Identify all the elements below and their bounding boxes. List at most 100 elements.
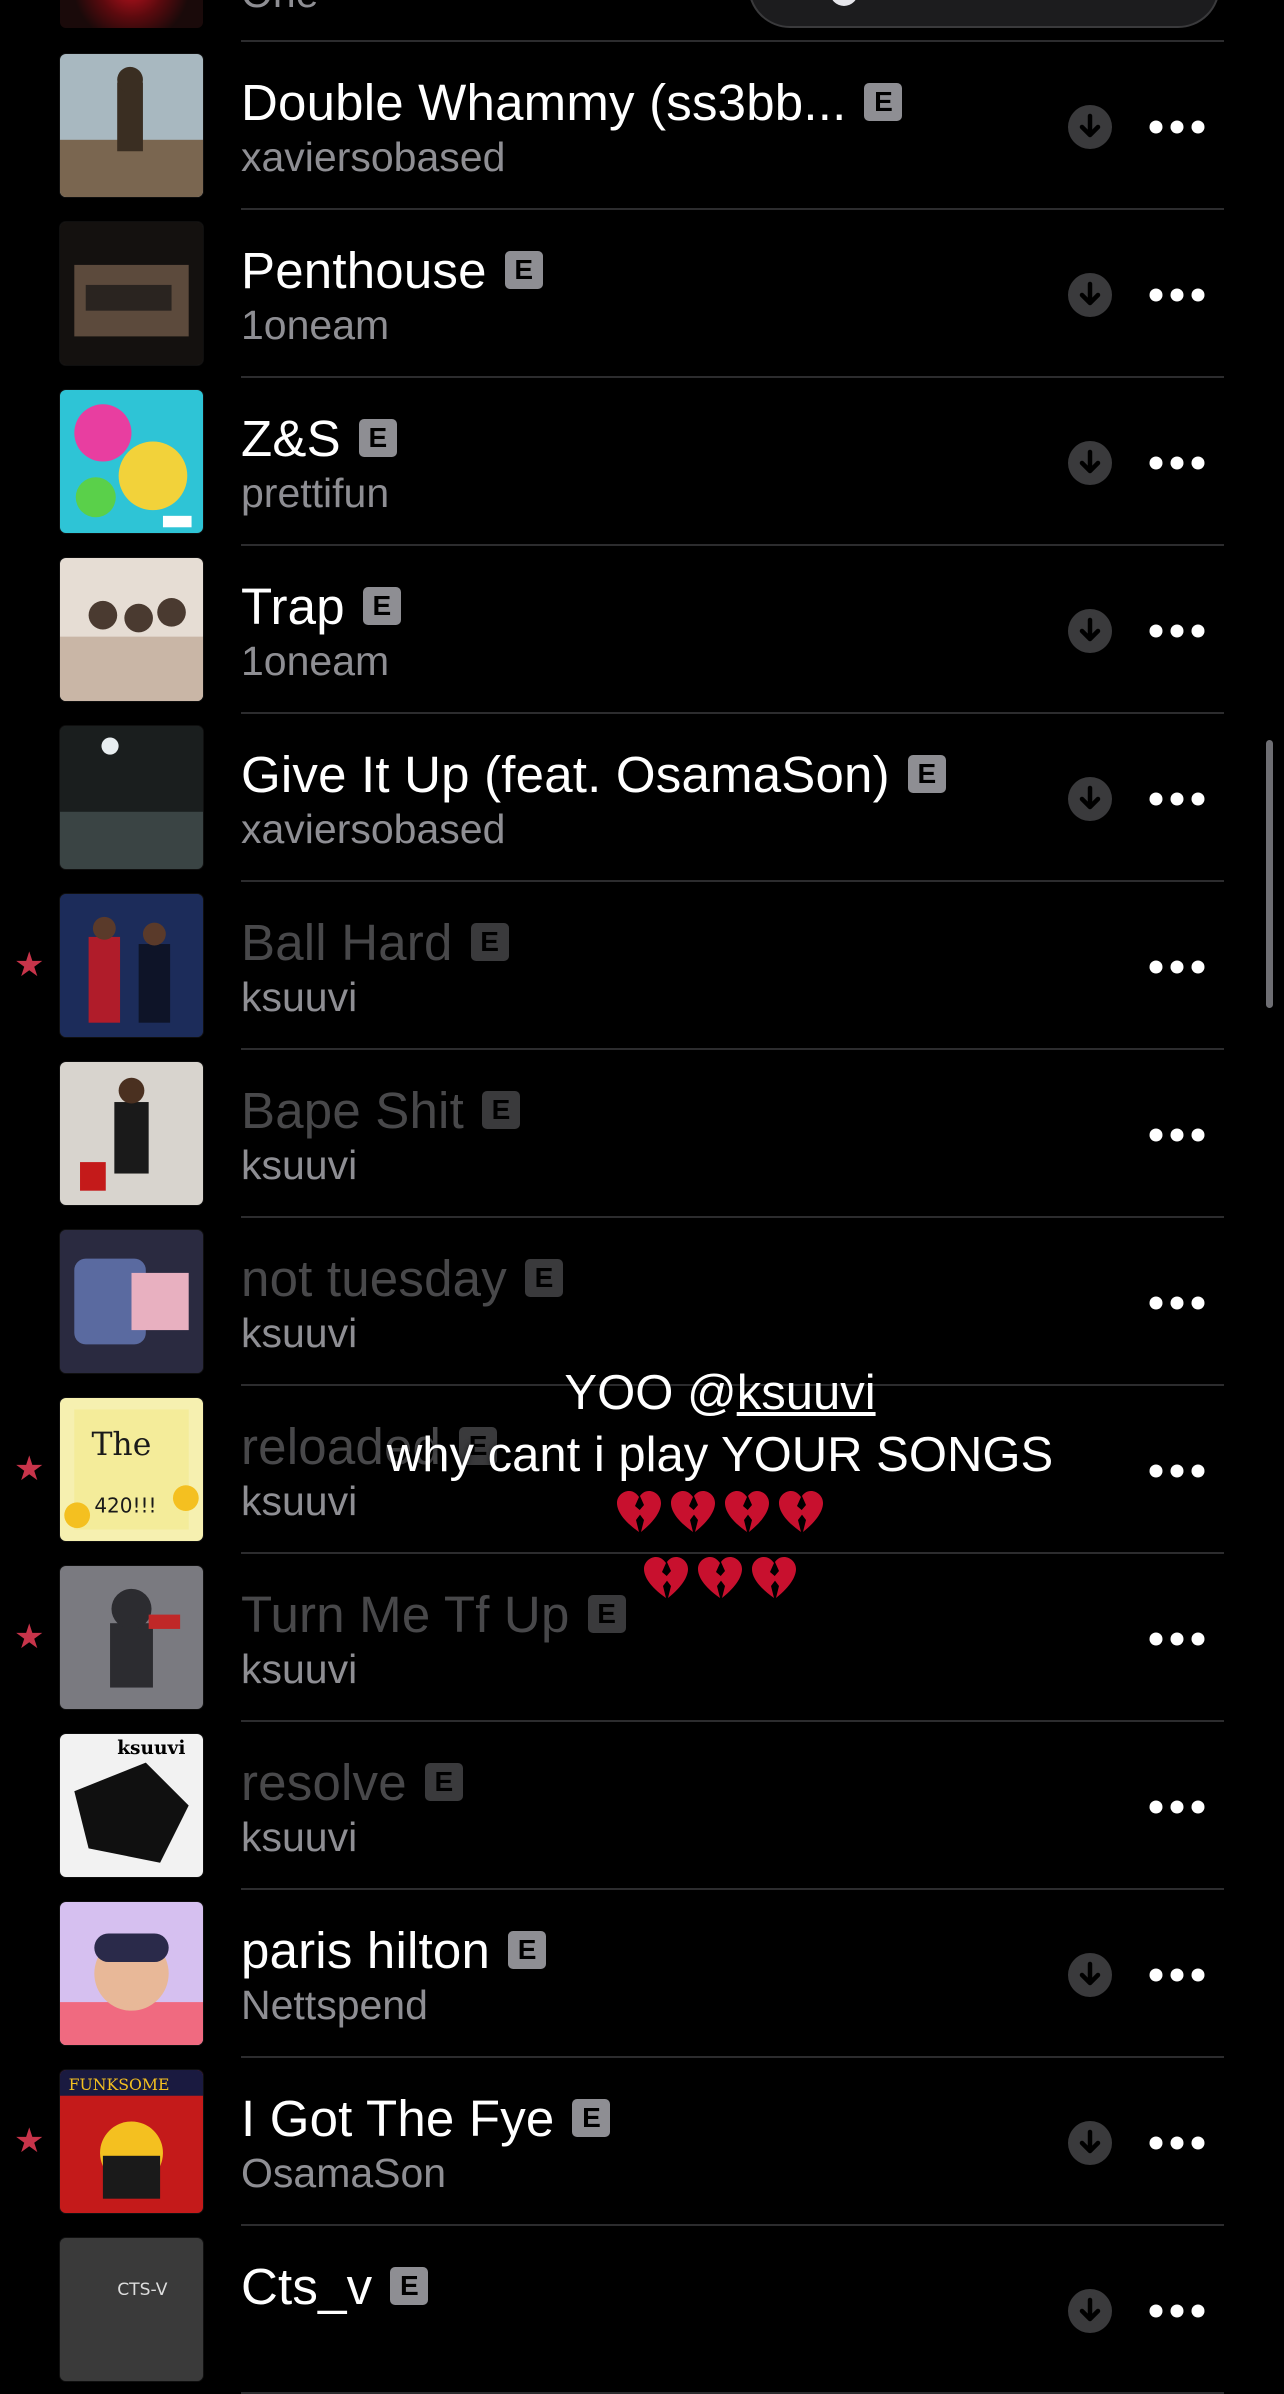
overlay-caption: YOO @ksuuvi why cant i play YOUR SONGS [340,1362,1100,1619]
song-info: resolve Eksuuvi [241,1752,1021,1861]
ellipsis-icon[interactable] [1148,278,1206,312]
album-art: ksuuvi [60,1734,203,1877]
song-title: resolve [241,1753,407,1811]
now-playing-pill[interactable] [748,0,1220,28]
artist-name: ksuuvi [241,974,358,1020]
artist-name: 1oneam [241,638,390,684]
ellipsis-icon[interactable] [1148,446,1206,480]
song-row[interactable]: paris hilton E Nettspend [0,1890,1284,2058]
ellipsis-icon[interactable] [1148,1958,1206,1992]
explicit-badge-icon: E [481,1091,520,1129]
explicit-badge-icon: E [907,755,946,793]
song-row[interactable]: ★ Ball Hard Eksuuvi [0,882,1284,1050]
download-arrow-icon[interactable] [1068,2121,1112,2165]
album-art [60,726,203,869]
title-line: paris hilton E [241,1920,1021,1980]
scrollbar[interactable] [1266,740,1273,1008]
title-line: Penthouse E [241,240,1021,300]
ellipsis-icon[interactable] [1148,1286,1206,1320]
artist-name: ksuuvi [241,1814,358,1860]
ellipsis-icon[interactable] [1148,1790,1206,1824]
explicit-badge-icon: E [864,83,903,121]
song-title: Trap [241,577,345,635]
song-title: I Got The Fye [241,2089,555,2147]
ellipsis-icon[interactable] [1148,1454,1206,1488]
svg-text:CTS-V: CTS-V [117,2280,168,2300]
caption-prefix: YOO @ [564,1366,737,1420]
explicit-badge-icon: E [358,419,397,457]
explicit-badge-icon: E [424,1763,463,1801]
artist-name: prettifun [241,470,390,516]
song-title: Cts_v [241,2257,373,2315]
ellipsis-icon[interactable] [1148,614,1206,648]
ellipsis-icon[interactable] [1148,1118,1206,1152]
ellipsis-icon[interactable] [1148,2294,1206,2328]
song-row[interactable]: Give It Up (feat. OsamaSon) Exaviersobase… [0,714,1284,882]
star-icon: ★ [14,2122,45,2160]
song-row[interactable]: Double Whammy (ss3bb... Exaviersobased [0,42,1284,210]
explicit-badge-icon: E [390,2267,429,2305]
mention-link[interactable]: ksuuvi [737,1366,876,1420]
ellipsis-icon[interactable] [1148,2126,1206,2160]
download-arrow-icon[interactable] [1068,441,1112,485]
title-line: Double Whammy (ss3bb... E [241,72,1021,132]
album-art [60,558,203,701]
song-row[interactable]: ★ FUNKSOME I Got The Fye E OsamaSon [0,2058,1284,2226]
title-line: Cts_v E [241,2256,1021,2316]
explicit-badge-icon: E [508,1931,547,1969]
song-row[interactable]: ksuuvi resolve Eksuuvi [0,1722,1284,1890]
album-art [60,1230,203,1373]
caption-suffix: why cant i play YOUR SONGS [386,1428,1054,1482]
download-arrow-icon[interactable] [1068,1953,1112,1997]
album-art [60,1062,203,1205]
album-art [60,1902,203,2045]
song-info: Z&S Eprettifun [241,408,1021,517]
download-arrow-icon[interactable] [1068,609,1112,653]
album-art [60,1566,203,1709]
song-title: Ball Hard [241,913,453,971]
album-art: The 420!!! [60,1398,203,1541]
caption-line-1: YOO @ksuuvi [340,1362,1100,1424]
ellipsis-icon[interactable] [1148,1622,1206,1656]
broken-heart-icon [641,1554,691,1619]
song-info: Bape Shit Eksuuvi [241,1080,1021,1189]
explicit-badge-icon: E [524,1259,563,1297]
song-row[interactable]: Penthouse E 1oneam [0,210,1284,378]
explicit-badge-icon: E [470,923,509,961]
title-line: Z&S E [241,408,1021,468]
download-arrow-icon[interactable] [1068,273,1112,317]
song-row[interactable]: CTS-V Cts_v E [0,2226,1284,2394]
album-art [60,0,203,28]
broken-hearts-row [614,1488,826,1553]
star-icon: ★ [14,1618,45,1656]
song-row[interactable]: Bape Shit Eksuuvi [0,1050,1284,1218]
song-row[interactable]: Z&S Eprettifun [0,378,1284,546]
album-art [60,894,203,1037]
download-arrow-icon[interactable] [1068,105,1112,149]
title-line: Give It Up (feat. OsamaSon) E [241,744,1021,804]
song-info: Penthouse E 1oneam [241,240,1021,349]
svg-text:420!!!: 420!!! [94,1493,156,1517]
song-info: Give It Up (feat. OsamaSon) Exaviersobase… [241,744,1021,853]
broken-heart-icon [722,1488,772,1553]
title-line: Ball Hard E [241,912,1021,972]
song-row[interactable]: not tuesday Eksuuvi [0,1218,1284,1386]
previous-row-remnant[interactable]: One [0,0,1284,42]
download-arrow-icon[interactable] [1068,2289,1112,2333]
broken-heart-icon [614,1488,664,1553]
album-art: FUNKSOME [60,2070,203,2213]
album-art [60,390,203,533]
album-art [60,222,203,365]
ellipsis-icon[interactable] [1148,110,1206,144]
song-title: Double Whammy (ss3bb... [241,73,847,131]
song-info: Double Whammy (ss3bb... Exaviersobased [241,72,1021,181]
ellipsis-icon[interactable] [1148,782,1206,816]
download-arrow-icon[interactable] [1068,777,1112,821]
artist-name: xaviersobased [241,134,506,180]
title-line: not tuesday E [241,1248,1021,1308]
album-art [60,54,203,197]
song-row[interactable]: Trap E 1oneam [0,546,1284,714]
ellipsis-icon[interactable] [1148,950,1206,984]
artist-name: OsamaSon [241,2150,447,2196]
song-info: not tuesday Eksuuvi [241,1248,1021,1357]
